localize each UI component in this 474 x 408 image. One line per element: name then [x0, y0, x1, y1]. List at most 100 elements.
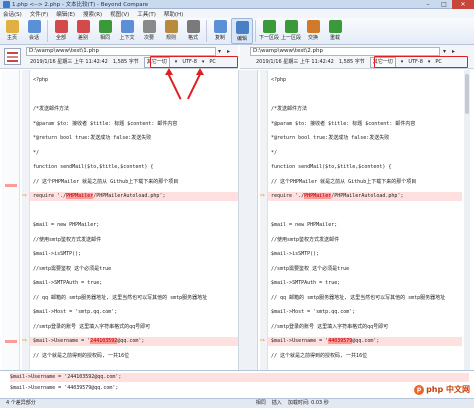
annotation-box-left [150, 56, 238, 68]
center-splitter[interactable] [238, 70, 258, 370]
left-code-pane[interactable]: <?php /*发送邮件方法 *@param $to: 接收者 $title: 标… [30, 70, 238, 370]
toolbar-all-button[interactable]: 全部 [50, 18, 72, 44]
menu-item-6[interactable]: 帮助(H) [164, 10, 183, 18]
toolbar-label: 差别 [77, 35, 88, 41]
home-icon [5, 20, 19, 33]
diff-icon [76, 20, 90, 33]
toolbar-edit-button[interactable]: 编辑 [231, 18, 253, 44]
toolbar-label: 次要 [143, 35, 154, 41]
left-path-dropdown-icon[interactable]: ▾ [218, 48, 221, 55]
toolbar-label: 复制 [214, 35, 225, 41]
menu-bar: 会话(S) 文件(F) 编辑(E) 搜索(R) 视图(V) 工具(T) 帮助(H) [0, 9, 474, 18]
code-line: //smtp需要鉴权 这个必须是true [271, 265, 350, 272]
menu-item-0[interactable]: 会话(S) [3, 10, 22, 18]
left-browse-icon[interactable]: ▸ [227, 48, 230, 55]
toolbar-reload-button[interactable]: 重载 [324, 18, 346, 44]
toolbar-label: 格式 [187, 35, 198, 41]
diff-arrow-icon[interactable]: ⇨ [22, 192, 27, 199]
menu-item-3[interactable]: 搜索(R) [83, 10, 102, 18]
toolbar-prev-section-button[interactable]: 上一区段 [280, 18, 302, 44]
toolbar-label: 规则 [165, 35, 176, 41]
code-line: $mail = new PHPMailer; [33, 222, 100, 228]
code-line: // 这个就是之前得到的授权码, 一共16位 [271, 352, 368, 359]
app-icon [3, 0, 10, 8]
right-code-pane[interactable]: <?php /*发送邮件方法 *@param $to: 接收者 $title: 标… [268, 70, 462, 370]
left-path-input[interactable]: D:\wamp\www\test\1.php [26, 47, 216, 56]
code-line: $mail = new PHPMailer; [271, 222, 338, 228]
code-line: //smtp需要鉴权 这个必须是true [33, 265, 112, 272]
code-line: */ [33, 149, 40, 156]
code-line: $mail->Username = '244103592@qq.com'; [30, 337, 238, 346]
diff-highlight: 44039579 [328, 338, 353, 344]
toolbar-label: 上一区段 [280, 35, 301, 41]
edit-icon [235, 21, 249, 34]
toolbar-rules-button[interactable]: 规则 [160, 18, 182, 44]
code-line: *@return bool true:发送成功 false:发送失败 [33, 135, 152, 141]
diff-arrow-icon[interactable]: ⇨ [260, 337, 265, 344]
code-line: $mail->SMTPAuth = true; [271, 280, 341, 286]
left-size: 1,585 字节 [112, 59, 139, 65]
left-date: 2019/1/16 星期三 上午 11:42:42 [30, 59, 108, 65]
left-gutter [22, 70, 30, 370]
minimize-button[interactable]: – [420, 0, 436, 9]
menu-item-1[interactable]: 文件(F) [30, 10, 48, 18]
code-line: /*发送邮件方法 [271, 106, 308, 112]
code-line: $mail->isSMTP(); [271, 251, 320, 257]
toolbar-swap-button[interactable]: 交换 [302, 18, 324, 44]
menu-item-2[interactable]: 编辑(E) [56, 10, 75, 18]
overview-strip[interactable] [2, 70, 20, 370]
toolbar-label: 相同 [99, 35, 110, 41]
right-gutter [260, 70, 268, 370]
diff-arrow-icon[interactable]: ⇨ [22, 337, 27, 344]
right-path-dropdown-icon[interactable]: ▾ [443, 48, 446, 55]
copy-icon [213, 20, 227, 33]
code-line: // 这个PHPMailer 就是之前从 Github上下载下来的那个项目 [33, 178, 179, 185]
watermark: p php 中文网 [414, 384, 470, 395]
toolbar-same-button[interactable]: 相同 [94, 18, 116, 44]
right-browse-icon[interactable]: ▸ [452, 48, 455, 55]
toolbar-format-button[interactable]: 格式 [182, 18, 204, 44]
right-path-input[interactable]: D:\wamp\www\test\2.php [250, 47, 440, 56]
diff-arrow-icon[interactable]: ⇨ [260, 192, 265, 199]
title-bar: 1.php <--> 2.php - 文本比较(T) - Beyond Comp… [0, 0, 474, 9]
next-section-icon [262, 20, 276, 33]
code-line: *@param $to: 接收者 $title: 标题 $content: 邮件… [33, 120, 178, 127]
code-line: // qq 邮箱的 smtp服务器地址, 这里当然也可以写其他的 smtp服务器… [33, 294, 208, 301]
right-scrollbar[interactable] [464, 70, 470, 370]
status-loadtime: 加载时间: 0.03 秒 [287, 400, 329, 406]
toolbar-diff-button[interactable]: 差别 [72, 18, 94, 44]
prev-section-icon [284, 20, 298, 33]
toolbar-separator [255, 20, 256, 42]
menu-item-5[interactable]: 工具(T) [137, 10, 156, 18]
toolbar-session-button[interactable]: 会话 [23, 18, 45, 44]
code-line: <?php [33, 77, 49, 83]
maximize-button[interactable]: □ [436, 0, 452, 9]
close-button[interactable]: ✕ [452, 0, 474, 9]
toolbar: 主页 会话 全部 差别 相同 上下文 次要 规则 格式 复制 编辑 下一区段 上一区段 交换 重载 [0, 18, 474, 45]
toolbar-copy-button[interactable]: 复制 [209, 18, 231, 44]
toolbar-context-button[interactable]: 上下文 [116, 18, 138, 44]
toolbar-minor-button[interactable]: 次要 [138, 18, 160, 44]
code-line: $mail->isSMTP(); [33, 251, 82, 257]
status-insert: 插入 [271, 400, 282, 406]
code-line: //使用smtp鉴权方式发送邮件 [271, 236, 340, 243]
code-line: */ [271, 149, 278, 156]
detail-left-row: $mail->Username = '244103592@qq.com'; [10, 373, 469, 382]
format-icon [186, 20, 200, 33]
rules-icon [164, 20, 178, 33]
toolbar-next-section-button[interactable]: 下一区段 [258, 18, 280, 44]
code-line: // 这个就是之前得到的授权码, 一共16位 [33, 352, 130, 359]
code-line: function sendMail($to,$title,$content) { [33, 164, 154, 170]
toolbar-label: 全部 [55, 35, 66, 41]
toolbar-home-button[interactable]: 主页 [1, 18, 23, 44]
same-icon [98, 20, 112, 33]
right-size: 1,585 字节 [338, 59, 365, 65]
right-date: 2019/1/16 星期三 上午 11:42:42 [256, 59, 334, 65]
status-diffs: 4 个差异部分 [6, 400, 36, 406]
swap-icon [306, 20, 320, 33]
code-line: $mail->Host = 'smtp.qq.com'; [271, 309, 356, 315]
menu-item-4[interactable]: 视图(V) [110, 10, 129, 18]
